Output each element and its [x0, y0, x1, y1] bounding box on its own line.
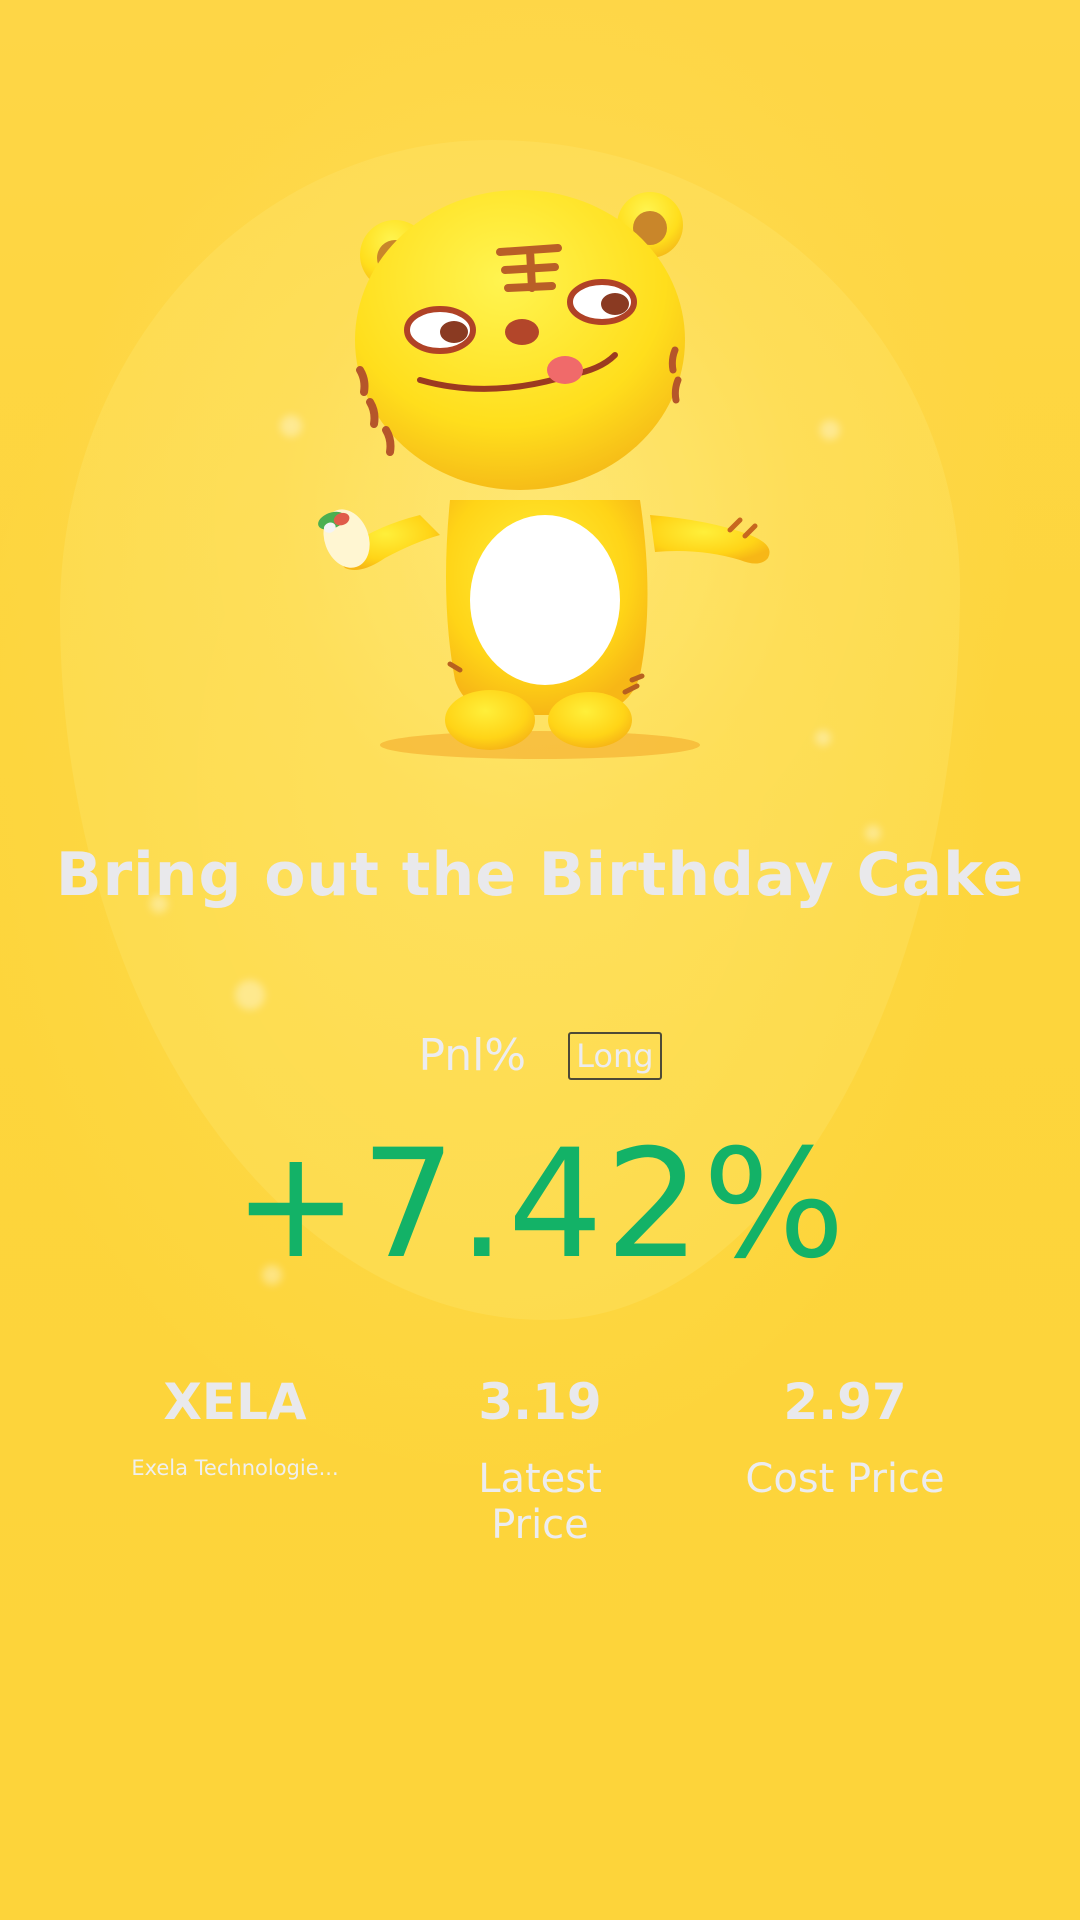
cost-price: 2.97 Cost Price: [705, 1370, 985, 1502]
stock-info: XELA Exela Technologie...: [95, 1370, 375, 1480]
cost-price-value: 2.97: [783, 1373, 907, 1431]
latest-price-label: Latest Price: [478, 1456, 602, 1548]
page-title: Bring out the Birthday Cake: [55, 840, 1025, 910]
latest-price-value: 3.19: [478, 1373, 602, 1431]
tiger-mascot-illustration: [318, 190, 770, 759]
cost-price-label: Cost Price: [745, 1456, 945, 1502]
stats-row: XELA Exela Technologie... 3.19 Latest Pr…: [0, 1370, 1080, 1570]
pnl-percent-value: +7.42%: [232, 1118, 848, 1292]
sparkle: [865, 825, 881, 841]
position-direction-badge: Long: [568, 1031, 662, 1080]
sparkle: [235, 980, 265, 1010]
pnl-label: Pnl%: [418, 1030, 527, 1081]
stock-symbol: XELA: [163, 1373, 307, 1431]
pnl-header: Pnl% Long: [0, 1030, 1080, 1081]
latest-price: 3.19 Latest Price: [400, 1370, 680, 1548]
stock-name: Exela Technologie...: [131, 1456, 339, 1480]
